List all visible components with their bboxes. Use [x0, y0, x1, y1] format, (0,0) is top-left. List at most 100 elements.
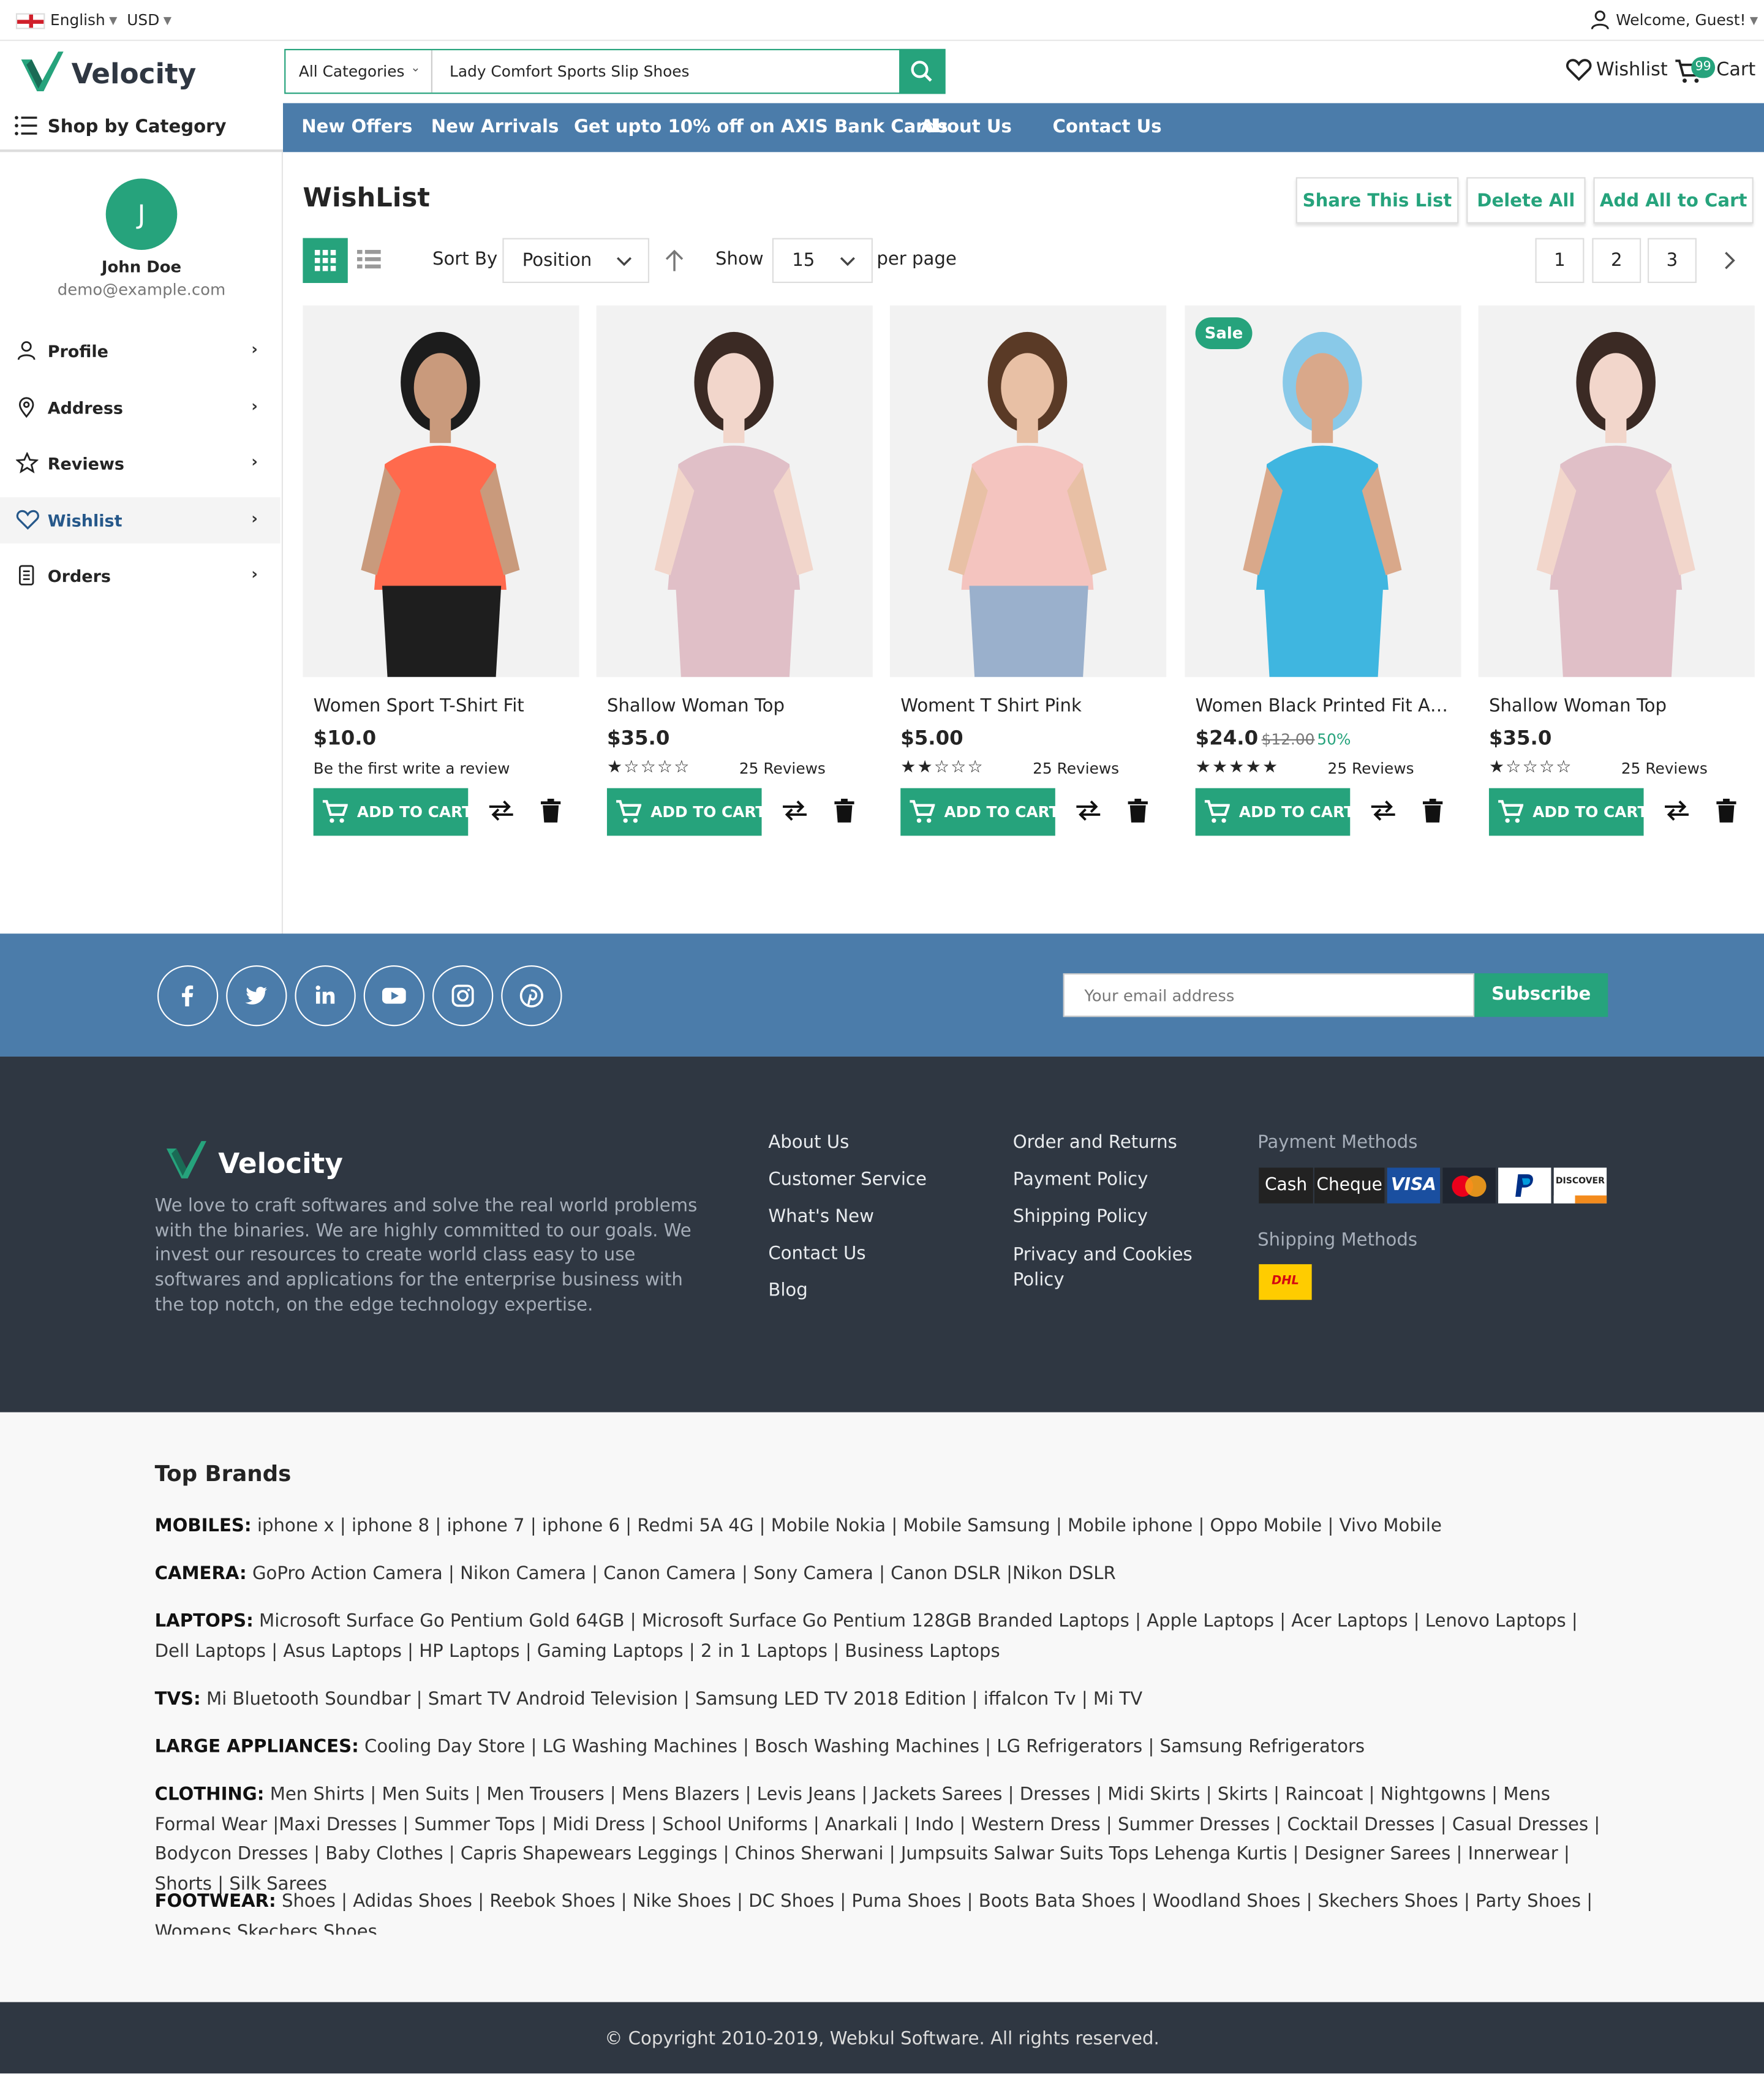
search-input[interactable]: Lady Comfort Sports Slip Shoes: [450, 62, 689, 80]
sidebar-item-address[interactable]: Address ›: [0, 385, 281, 431]
linkedin-button[interactable]: [295, 965, 356, 1027]
review-count[interactable]: 25 Reviews: [1328, 759, 1414, 777]
brand-row-links[interactable]: Shoes | Adidas Shoes | Reebok Shoes | Ni…: [155, 1891, 1593, 1934]
brand-row-links[interactable]: GoPro Action Camera | Nikon Camera | Can…: [252, 1563, 1116, 1585]
product-name[interactable]: Women Sport T-Shirt Fit: [314, 696, 571, 717]
product-name[interactable]: Woment T Shirt Pink: [900, 696, 1158, 717]
review-count[interactable]: 25 Reviews: [1033, 759, 1119, 777]
product-discount: 50%: [1317, 730, 1351, 749]
page-2-button[interactable]: 2: [1592, 238, 1642, 284]
product-price: $10.0: [313, 726, 377, 750]
instagram-button[interactable]: [432, 965, 494, 1027]
list-view-icon[interactable]: [356, 249, 381, 270]
footer-link-customer-service[interactable]: Customer Service: [768, 1169, 927, 1190]
sidebar-item-orders[interactable]: Orders ›: [0, 552, 281, 599]
sort-direction-arrow-icon[interactable]: [664, 249, 685, 273]
search-category-select[interactable]: All Categories ⌄: [285, 50, 432, 93]
product-image[interactable]: Sale: [1185, 305, 1461, 677]
add-to-cart-button[interactable]: ADD TO CART: [1195, 788, 1354, 836]
pinterest-button[interactable]: [501, 965, 562, 1027]
add-to-cart-button[interactable]: ADD TO CART: [900, 788, 1060, 836]
nav-axis-offer[interactable]: Get upto 10% off on AXIS Bank Cards: [574, 116, 948, 138]
nav-new-offers[interactable]: New Offers: [301, 116, 412, 138]
footer-link-contact-us[interactable]: Contact Us: [768, 1243, 865, 1264]
trash-icon[interactable]: [834, 798, 854, 823]
trash-icon[interactable]: [1716, 798, 1736, 823]
mastercard-circles-icon: [1452, 1175, 1487, 1197]
footer: Velocity We love to craft softwares and …: [0, 1056, 1764, 1412]
add-to-cart-button[interactable]: ADD TO CART: [1488, 788, 1648, 836]
page-3-button[interactable]: 3: [1648, 238, 1697, 284]
grid-view-button[interactable]: [303, 238, 348, 284]
nav-about-us[interactable]: About Us: [921, 116, 1012, 138]
facebook-button[interactable]: [157, 965, 219, 1027]
nav-new-arrivals[interactable]: New Arrivals: [431, 116, 559, 138]
footer-link-blog[interactable]: Blog: [768, 1280, 807, 1302]
compare-icon[interactable]: [1662, 799, 1691, 823]
product-image[interactable]: [596, 305, 873, 677]
review-count[interactable]: 25 Reviews: [1621, 759, 1708, 777]
footer-link-shipping-policy[interactable]: Shipping Policy: [1013, 1206, 1148, 1227]
shop-by-category-button[interactable]: Shop by Category: [0, 103, 284, 153]
compare-icon[interactable]: [1074, 799, 1102, 823]
paypal-icon: [1498, 1167, 1551, 1204]
england-flag-icon: [15, 13, 45, 29]
nav-contact-us[interactable]: Contact Us: [1053, 116, 1162, 138]
product-image[interactable]: [1478, 305, 1755, 677]
compare-icon[interactable]: [780, 799, 809, 823]
footer-link-payment-policy[interactable]: Payment Policy: [1013, 1169, 1148, 1190]
sidebar-item-profile[interactable]: Profile ›: [0, 328, 281, 374]
product-name[interactable]: Shallow Woman Top: [1489, 696, 1747, 717]
payment-methods-heading: Payment Methods: [1257, 1132, 1418, 1153]
review-prompt[interactable]: Be the first write a review: [314, 759, 510, 777]
page-1-button[interactable]: 1: [1535, 238, 1585, 284]
delete-all-button[interactable]: Delete All: [1466, 177, 1586, 224]
wishlist-link[interactable]: Wishlist: [1566, 57, 1668, 86]
chevron-right-icon[interactable]: [1723, 251, 1736, 270]
sidebar-item-wishlist[interactable]: Wishlist ›: [0, 497, 281, 544]
footer-logo[interactable]: Velocity: [164, 1139, 343, 1183]
wishlist-product-card: Shallow Woman Top $35.0 ★☆☆☆☆ 25 Reviews ADD…: [1478, 305, 1755, 848]
newsletter-email-input[interactable]: Your email address: [1063, 973, 1475, 1017]
share-list-button[interactable]: Share This List: [1295, 177, 1459, 224]
trash-icon[interactable]: [540, 798, 561, 823]
footer-link-whats-new[interactable]: What's New: [768, 1206, 874, 1227]
account-menu[interactable]: Welcome, Guest! ▼: [1589, 10, 1758, 29]
add-to-cart-button[interactable]: ADD TO CART: [313, 788, 472, 836]
per-page-select[interactable]: 15: [772, 238, 873, 284]
youtube-button[interactable]: [363, 965, 425, 1027]
footer-link-order-returns[interactable]: Order and Returns: [1013, 1132, 1177, 1153]
logo[interactable]: Velocity: [18, 49, 196, 97]
sort-by-label: Sort By: [432, 248, 498, 270]
add-to-cart-button[interactable]: ADD TO CART: [606, 788, 766, 836]
language-select[interactable]: English ▼: [50, 10, 117, 29]
search-button[interactable]: [899, 48, 946, 94]
compare-icon[interactable]: [486, 799, 515, 823]
currency-label: USD: [127, 10, 160, 29]
twitter-button[interactable]: [226, 965, 287, 1027]
footer-link-about-us[interactable]: About Us: [768, 1132, 849, 1153]
trash-icon[interactable]: [1128, 798, 1148, 823]
product-image[interactable]: [303, 305, 579, 677]
sidebar-item-label: Reviews: [47, 453, 124, 473]
sidebar-item-reviews[interactable]: Reviews ›: [0, 440, 281, 487]
review-count[interactable]: 25 Reviews: [739, 759, 826, 777]
trash-icon[interactable]: [1422, 798, 1443, 823]
brand-row-links[interactable]: iphone x | iphone 8 | iphone 7 | iphone …: [257, 1515, 1442, 1537]
cart-link[interactable]: Cart: [1674, 57, 1758, 86]
brand-row-links[interactable]: Men Shirts | Men Suits | Men Trousers | …: [155, 1784, 1600, 1894]
product-name[interactable]: Shallow Woman Top: [607, 696, 865, 717]
subscribe-button[interactable]: Subscribe: [1474, 973, 1608, 1017]
compare-icon[interactable]: [1368, 799, 1397, 823]
brand-row-links[interactable]: Cooling Day Store | LG Washing Machines …: [364, 1737, 1365, 1758]
product-name[interactable]: Women Black Printed Fit An…: [1196, 696, 1453, 717]
brand-row-links[interactable]: Mi Bluetooth Soundbar | Smart TV Android…: [206, 1689, 1142, 1710]
product-price: $24.0: [1195, 726, 1259, 750]
currency-select[interactable]: USD ▼: [127, 10, 172, 29]
cart-icon: [1204, 800, 1230, 823]
footer-link-privacy-cookies[interactable]: Privacy and Cookies Policy: [1013, 1243, 1198, 1292]
sort-select[interactable]: Position: [502, 238, 650, 284]
product-image[interactable]: [889, 305, 1167, 677]
brand-row-links[interactable]: Microsoft Surface Go Pentium Gold 64GB |…: [155, 1611, 1578, 1662]
add-all-to-cart-button[interactable]: Add All to Cart: [1593, 177, 1754, 224]
